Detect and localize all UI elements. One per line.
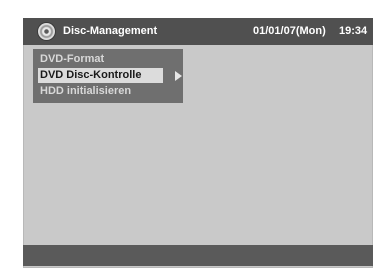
footer-bar xyxy=(23,245,373,266)
screen: Disc-Management 01/01/07(Mon) 19:34 DVD-… xyxy=(0,0,378,274)
header-bar: Disc-Management 01/01/07(Mon) 19:34 xyxy=(23,18,373,45)
disc-icon xyxy=(38,23,55,40)
date-display: 01/01/07(Mon) xyxy=(253,25,326,37)
time-display: 19:34 xyxy=(339,25,368,37)
disc-management-panel: Disc-Management 01/01/07(Mon) 19:34 DVD-… xyxy=(23,18,373,268)
menu-item-dvd-format[interactable]: DVD-Format xyxy=(38,52,163,67)
options-menu: DVD-Format DVD Disc-Kontrolle HDD initia… xyxy=(33,49,183,103)
menu-item-dvd-disc-kontrolle[interactable]: DVD Disc-Kontrolle xyxy=(38,68,163,83)
menu-item-hdd-initialisieren[interactable]: HDD initialisieren xyxy=(38,84,163,99)
page-title: Disc-Management xyxy=(63,25,158,37)
arrow-right-icon xyxy=(175,71,182,81)
